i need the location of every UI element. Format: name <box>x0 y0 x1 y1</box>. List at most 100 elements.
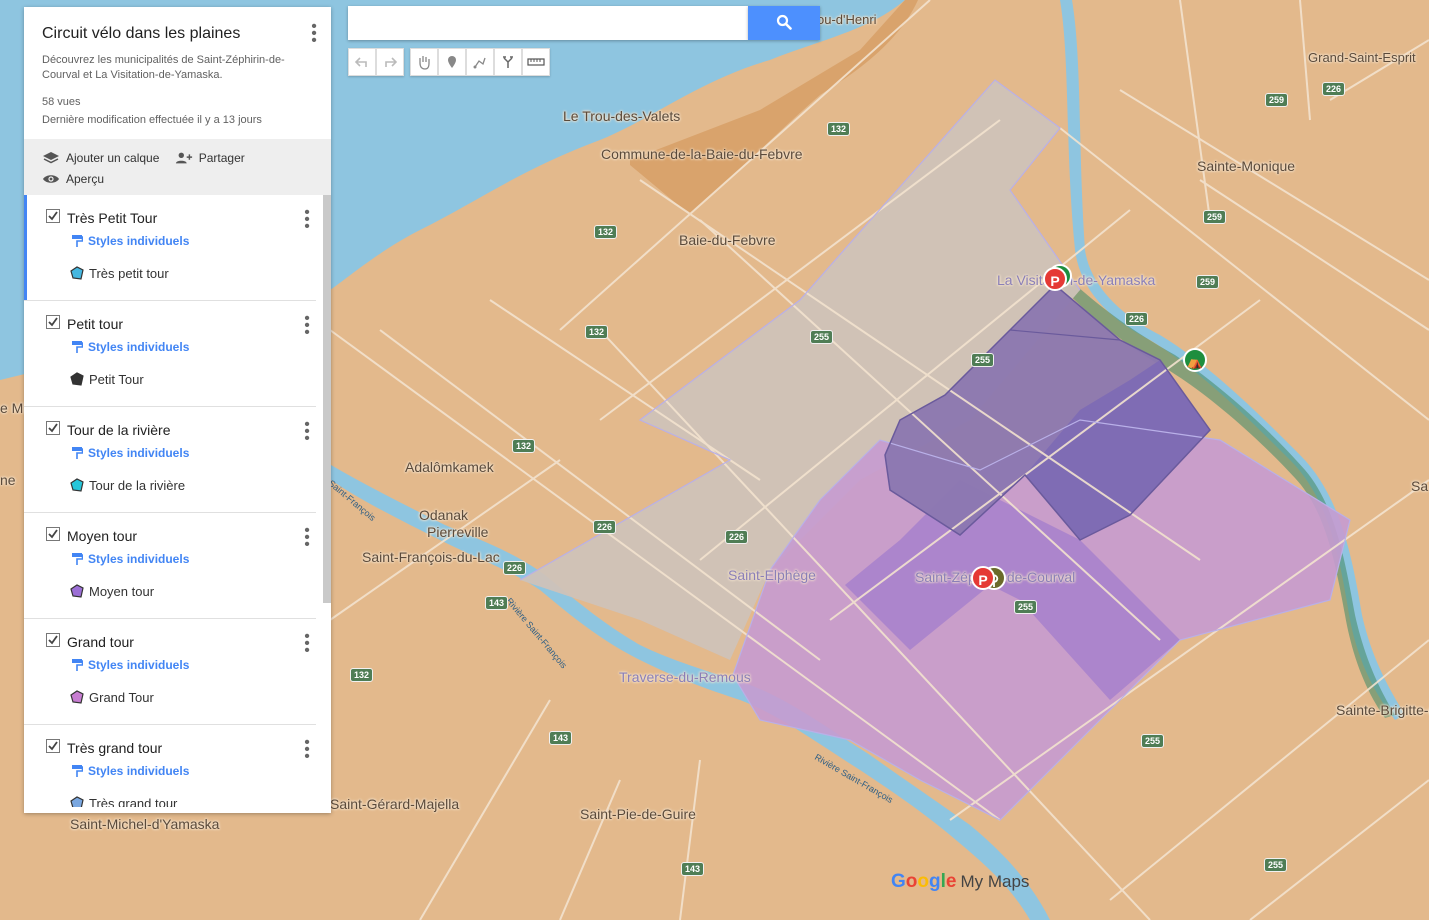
route-shield: 226 <box>503 561 527 575</box>
search-button[interactable] <box>748 6 820 40</box>
layer-name[interactable]: Petit tour <box>67 316 123 332</box>
preview-button[interactable]: Aperçu <box>42 168 104 189</box>
layer-feature-item[interactable]: Petit Tour <box>69 371 144 387</box>
layer-style-button[interactable]: Styles individuels <box>71 658 189 672</box>
layer-item[interactable]: Très grand tour • • • Styles individuels T… <box>24 725 316 807</box>
route-shield: 143 <box>485 596 509 610</box>
hand-tool-button[interactable] <box>410 48 438 76</box>
route-shield: 255 <box>1264 858 1288 872</box>
layer-options-menu-icon[interactable]: • • • <box>304 417 310 447</box>
layers-scrollbar[interactable] <box>323 195 331 603</box>
layer-style-button[interactable]: Styles individuels <box>71 340 189 354</box>
layer-item[interactable]: Tour de la rivière • • • Styles individuel… <box>24 407 316 513</box>
polygon-icon <box>70 266 84 280</box>
share-button[interactable]: Partager <box>175 147 245 168</box>
layers-icon <box>43 151 59 163</box>
route-shield: 255 <box>971 353 995 367</box>
place-label: La Visitation-de-Yamaska <box>997 272 1156 288</box>
last-modified: Dernière modification effectuée il y a 1… <box>42 114 262 126</box>
place-label: Saint-Pie-de-Guire <box>580 806 696 822</box>
place-label: ne <box>0 472 16 488</box>
layer-style-button[interactable]: Styles individuels <box>71 234 189 248</box>
add-marker-button[interactable] <box>438 48 466 76</box>
layer-name[interactable]: Tour de la rivière <box>67 422 171 438</box>
place-label: Traverse-du-Remous <box>619 669 751 685</box>
route-shield: 226 <box>593 520 617 534</box>
layer-feature-label: Très petit tour <box>89 265 169 281</box>
layers-list: Très Petit Tour • • • Styles individuels T… <box>24 195 331 807</box>
layer-name[interactable]: Moyen tour <box>67 528 137 544</box>
picnic-marker-icon[interactable]: ⛺ <box>1183 348 1207 372</box>
polygon-icon <box>70 478 84 492</box>
add-layer-label: Ajouter un calque <box>66 150 160 165</box>
parking-marker-icon[interactable]: P <box>1043 267 1067 291</box>
layer-options-menu-icon[interactable]: • • • <box>304 205 310 235</box>
layer-options-menu-icon[interactable]: • • • <box>304 629 310 659</box>
layer-style-button[interactable]: Styles individuels <box>71 446 189 460</box>
measure-button[interactable] <box>522 48 550 76</box>
draw-line-button[interactable] <box>466 48 494 76</box>
view-count: 58 vues <box>42 96 81 108</box>
place-label: Sainte-Monique <box>1197 158 1296 174</box>
layer-style-label: Styles individuels <box>88 340 190 354</box>
add-layer-button[interactable]: Ajouter un calque <box>42 147 159 168</box>
hand-icon <box>419 56 430 70</box>
redo-icon <box>385 57 397 67</box>
route-shield: 132 <box>594 225 618 239</box>
panel-actions: Ajouter un calque Partager Aperçu <box>24 139 331 195</box>
place-label: e Mi <box>0 400 27 416</box>
layer-options-menu-icon[interactable]: • • • <box>304 735 310 765</box>
map-description[interactable]: Découvrez les municipalités de Saint-Zép… <box>42 53 312 83</box>
search-input[interactable] <box>348 6 748 40</box>
layer-feature-item[interactable]: Moyen tour <box>69 583 154 599</box>
undo-button[interactable] <box>348 48 376 76</box>
paint-roller-icon <box>72 553 83 565</box>
layer-item[interactable]: Grand tour • • • Styles individuels Grand … <box>24 619 316 725</box>
place-label: ou-d'Henri <box>817 12 877 27</box>
layer-style-label: Styles individuels <box>88 234 190 248</box>
layer-feature-item[interactable]: Grand Tour <box>69 689 154 705</box>
route-shield: 255 <box>810 330 834 344</box>
layer-style-button[interactable]: Styles individuels <box>71 764 189 778</box>
layer-name[interactable]: Grand tour <box>67 634 134 650</box>
directions-button[interactable] <box>494 48 522 76</box>
side-panel: Circuit vélo dans les plaines Découvrez … <box>24 7 331 813</box>
layer-feature-item[interactable]: Tour de la rivière <box>69 477 185 493</box>
map-title[interactable]: Circuit vélo dans les plaines <box>42 25 313 43</box>
preview-label: Aperçu <box>66 171 105 186</box>
place-label: Le Trou-des-Valets <box>563 108 681 124</box>
layer-feature-item[interactable]: Très petit tour <box>69 265 169 281</box>
layer-name[interactable]: Très Petit Tour <box>67 210 157 226</box>
place-label: Saint-François-du-Lac <box>362 549 500 565</box>
map-options-menu-icon[interactable]: • • • <box>311 19 317 49</box>
polygon-icon <box>70 372 84 386</box>
place-label: Commune-de-la-Baie-du-Febvre <box>601 146 803 162</box>
layer-visibility-checkbox[interactable] <box>46 209 60 223</box>
paint-roller-icon <box>72 341 83 353</box>
parking-marker-icon[interactable]: P <box>971 566 995 590</box>
layer-visibility-checkbox[interactable] <box>46 315 60 329</box>
map-header: Circuit vélo dans les plaines Découvrez … <box>24 7 331 139</box>
route-shield: 226 <box>1322 82 1346 96</box>
place-label: Odanak <box>419 507 469 523</box>
layer-visibility-checkbox[interactable] <box>46 527 60 541</box>
layer-feature-item[interactable]: Très grand tour <box>69 795 177 807</box>
layer-style-label: Styles individuels <box>88 658 190 672</box>
eye-icon <box>43 174 59 183</box>
layer-visibility-checkbox[interactable] <box>46 421 60 435</box>
layer-item[interactable]: Moyen tour • • • Styles individuels Moyen … <box>24 513 316 619</box>
layer-item[interactable]: Très Petit Tour • • • Styles individuels T… <box>24 195 316 301</box>
layer-item[interactable]: Petit tour • • • Styles individuels Petit … <box>24 301 316 407</box>
layer-style-label: Styles individuels <box>88 552 190 566</box>
layer-name[interactable]: Très grand tour <box>67 740 162 756</box>
layer-visibility-checkbox[interactable] <box>46 633 60 647</box>
draw-line-icon <box>473 57 486 69</box>
redo-button[interactable] <box>376 48 404 76</box>
layer-feature-label: Moyen tour <box>89 583 155 599</box>
layer-style-button[interactable]: Styles individuels <box>71 552 189 566</box>
route-shield: 259 <box>1265 93 1289 107</box>
layer-visibility-checkbox[interactable] <box>46 739 60 753</box>
place-label: Sa <box>1411 478 1429 494</box>
layer-options-menu-icon[interactable]: • • • <box>304 523 310 553</box>
layer-options-menu-icon[interactable]: • • • <box>304 311 310 341</box>
